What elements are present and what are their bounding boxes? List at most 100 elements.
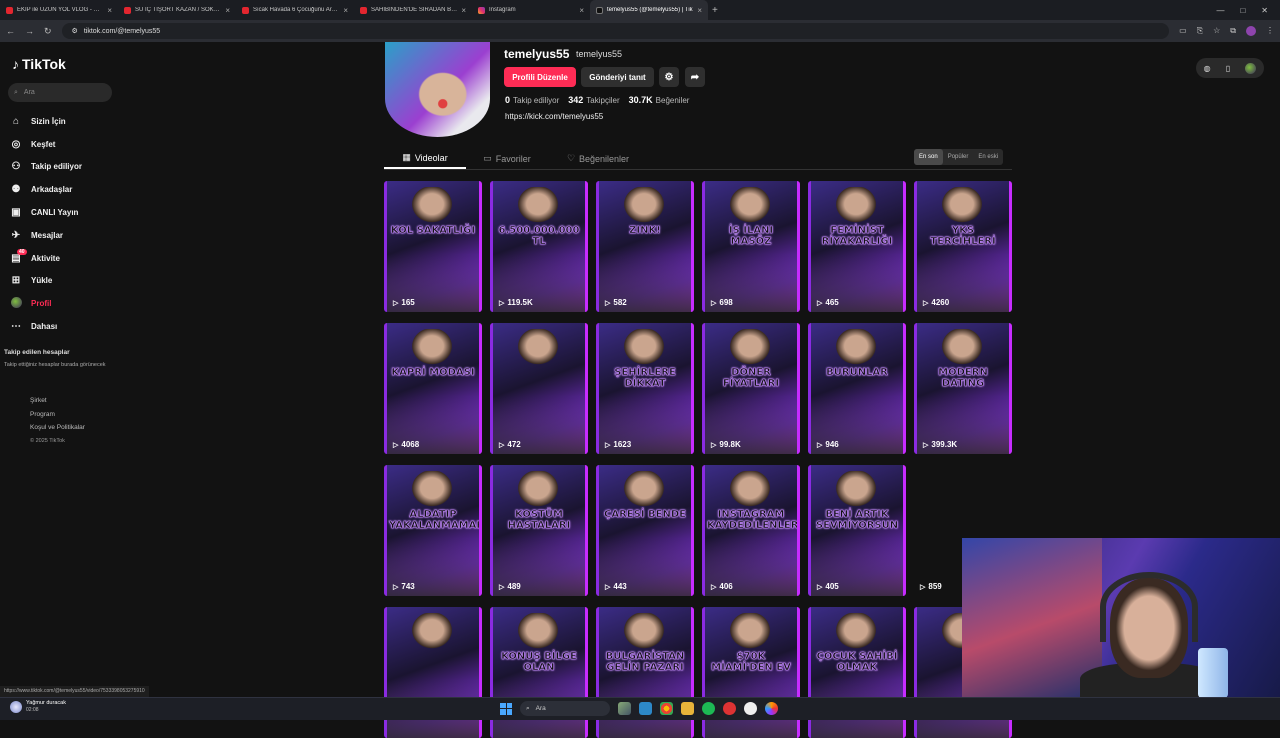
view-count-value: 698 [719, 298, 733, 307]
profile-picture[interactable] [385, 42, 490, 137]
close-tab-icon[interactable]: × [579, 6, 584, 15]
video-card[interactable]: INSTAGRAM KAYDEDİLENLER ▷ 406 [702, 465, 800, 596]
sidebar-item-live[interactable]: ▣ CANLI Yayın [10, 201, 135, 224]
minimize-icon[interactable]: — [1216, 6, 1224, 15]
sort-popular[interactable]: Popüler [943, 149, 974, 165]
share-button[interactable]: ➦ [685, 67, 705, 87]
telegram-icon[interactable] [639, 702, 652, 715]
reload-icon[interactable]: ↻ [44, 26, 52, 37]
youtube-icon [6, 6, 13, 14]
footer-link-company[interactable]: Şirket [30, 394, 85, 408]
back-icon[interactable]: ← [6, 26, 15, 36]
video-card[interactable]: MODERN DATING ▷ 399.3K [914, 323, 1012, 454]
video-card[interactable]: ▷ 472 [490, 323, 588, 454]
app-icon[interactable] [765, 702, 778, 715]
video-card[interactable]: KAPRİ MODASI ▷ 4068 [384, 323, 482, 454]
obs-icon[interactable] [744, 702, 757, 715]
view-count: ▷ 119.5K [499, 298, 533, 307]
play-icon: ▷ [711, 583, 717, 591]
footer-link-program[interactable]: Program [30, 408, 85, 422]
close-tab-icon[interactable]: × [225, 6, 230, 15]
browser-tab[interactable]: Sıcak Havada 6 Çocuğunu Araba × [236, 0, 354, 20]
video-card[interactable]: KOL SAKATLIĞI ▷ 165 [384, 181, 482, 312]
video-card[interactable]: DÖNER FİYATLARI ▷ 99.8K [702, 323, 800, 454]
search-input[interactable]: ⌕ Ara [8, 83, 112, 102]
close-tab-icon[interactable]: × [697, 6, 702, 15]
followers-stat[interactable]: 342 Takipçiler [568, 95, 619, 105]
right-tools: ◍ ▯ [1196, 58, 1264, 78]
settings-gear-button[interactable]: ⚙ [659, 67, 679, 87]
widgets-icon[interactable] [618, 702, 631, 715]
video-card[interactable]: BURUNLAR ▷ 946 [808, 323, 906, 454]
site-info-icon[interactable]: ⚙ [72, 27, 78, 35]
close-tab-icon[interactable]: × [107, 6, 112, 15]
sidebar-item-more[interactable]: ⋯ Dahası [10, 315, 135, 338]
video-card[interactable]: ALDATIP YAKALANMAMAK ▷ 743 [384, 465, 482, 596]
maximize-icon[interactable]: □ [1240, 6, 1245, 15]
edit-profile-button[interactable]: Profili Düzenle [504, 67, 576, 87]
browser-tab-active[interactable]: temelyus55 (@temelyus55) | Tik × [590, 0, 708, 20]
sidebar-item-explore[interactable]: ◎ Keşfet [10, 133, 135, 156]
video-card[interactable]: YKS TERCİHLERİ ▷ 4260 [914, 181, 1012, 312]
video-thumbnail-face [833, 329, 879, 367]
close-tab-icon[interactable]: × [343, 6, 348, 15]
video-card[interactable]: İŞ İLANI MASÖZ ▷ 698 [702, 181, 800, 312]
spotify-icon[interactable] [702, 702, 715, 715]
video-card[interactable]: ŞEHİRLERE DİKKAT ▷ 1623 [596, 323, 694, 454]
share-icon: ➦ [690, 71, 700, 83]
bio-link[interactable]: https://kick.com/temelyus55 [505, 112, 603, 121]
start-button[interactable] [500, 702, 512, 715]
sidebar-item-friends[interactable]: ⚉ Arkadaşlar [10, 178, 135, 201]
tv-icon[interactable]: ◍ [1204, 64, 1211, 73]
new-tab-button[interactable]: + [712, 5, 718, 16]
close-tab-icon[interactable]: × [461, 6, 466, 15]
close-window-icon[interactable]: ✕ [1261, 6, 1268, 15]
extensions-icon[interactable]: ⧉ [1230, 26, 1236, 36]
promote-post-button[interactable]: Gönderiyi tanıt [581, 67, 654, 87]
video-card[interactable]: FEMİNİST RİYAKARLIĞI ▷ 465 [808, 181, 906, 312]
folder-icon[interactable] [681, 702, 694, 715]
browser-tab[interactable]: SAHİBİNDEN'DE SIRADAN BİR G × [354, 0, 472, 20]
video-thumbnail-face [621, 329, 667, 367]
video-card[interactable]: ÇARESİ BENDE ▷ 443 [596, 465, 694, 596]
bookmark-star-icon[interactable]: ☆ [1213, 26, 1220, 36]
taskbar-search[interactable]: ⌕ Ara [520, 701, 610, 716]
sidebar-item-for-you[interactable]: ⌂ Sizin İçin [10, 110, 135, 133]
video-caption: KAPRİ MODASI [391, 367, 475, 379]
browser-tab[interactable]: Instagram × [472, 0, 590, 20]
chrome-icon[interactable] [660, 702, 673, 715]
sort-oldest[interactable]: En eski [973, 149, 1003, 165]
translate-icon[interactable]: ⎘ [1197, 26, 1203, 36]
tiktok-logo[interactable]: ♪ TikTok [12, 56, 66, 72]
browser-profile-avatar[interactable] [1246, 26, 1256, 36]
sidebar-item-upload[interactable]: ⊞ Yükle [10, 270, 135, 293]
weather-widget[interactable]: Yağmur duracak 02:08 [10, 700, 66, 713]
sidebar-item-following[interactable]: ⚇ Takip ediliyor [10, 156, 135, 179]
cast-icon[interactable]: ▭ [1179, 26, 1187, 36]
video-card[interactable]: KOSTÜM HASTALARI ▷ 489 [490, 465, 588, 596]
tab-liked[interactable]: ♡ Beğenilenler [548, 148, 648, 169]
video-caption: KOL SAKATLIĞI [390, 225, 476, 237]
footer-link-terms[interactable]: Koşul ve Politikalar [30, 421, 85, 435]
video-card[interactable]: 6.500.000.000 TL ▷ 119.5K [490, 181, 588, 312]
sidebar-item-messages[interactable]: ✈ Mesajlar [10, 224, 135, 247]
video-card[interactable]: BENİ ARTIK SEVMİYORSUN ▷ 405 [808, 465, 906, 596]
phone-icon[interactable]: ▯ [1226, 64, 1230, 73]
url-field[interactable]: ⚙ tiktok.com/@temelyus55 [61, 23, 1170, 39]
avatar[interactable] [1245, 62, 1257, 74]
browser-menu-icon[interactable]: ⋮ [1266, 26, 1274, 36]
forward-icon[interactable]: → [25, 26, 34, 36]
following-stat[interactable]: 0 Takip ediliyor [505, 95, 559, 105]
sort-latest[interactable]: En son [914, 149, 943, 165]
tab-videos[interactable]: ▦ Videolar [384, 148, 466, 169]
profile-stats: 0 Takip ediliyor 342 Takipçiler 30.7K Beğen… [505, 95, 689, 105]
video-thumbnail-face [727, 613, 773, 651]
browser-tab[interactable]: SU İÇ TİŞÖRT KAZAN / SOKAKT × [118, 0, 236, 20]
video-card[interactable]: ZINK! ▷ 582 [596, 181, 694, 312]
browser-tab[interactable]: EKİP ile UZUN YOL VLOG - Cen × [0, 0, 118, 20]
opera-icon[interactable] [723, 702, 736, 715]
friends-icon: ⚉ [11, 184, 21, 196]
tab-favorites[interactable]: ▭ Favoriler [466, 148, 548, 169]
sidebar-item-activity[interactable]: ▤ 40 Aktivite [10, 247, 135, 270]
sidebar-item-profile[interactable]: Profil [10, 292, 135, 315]
